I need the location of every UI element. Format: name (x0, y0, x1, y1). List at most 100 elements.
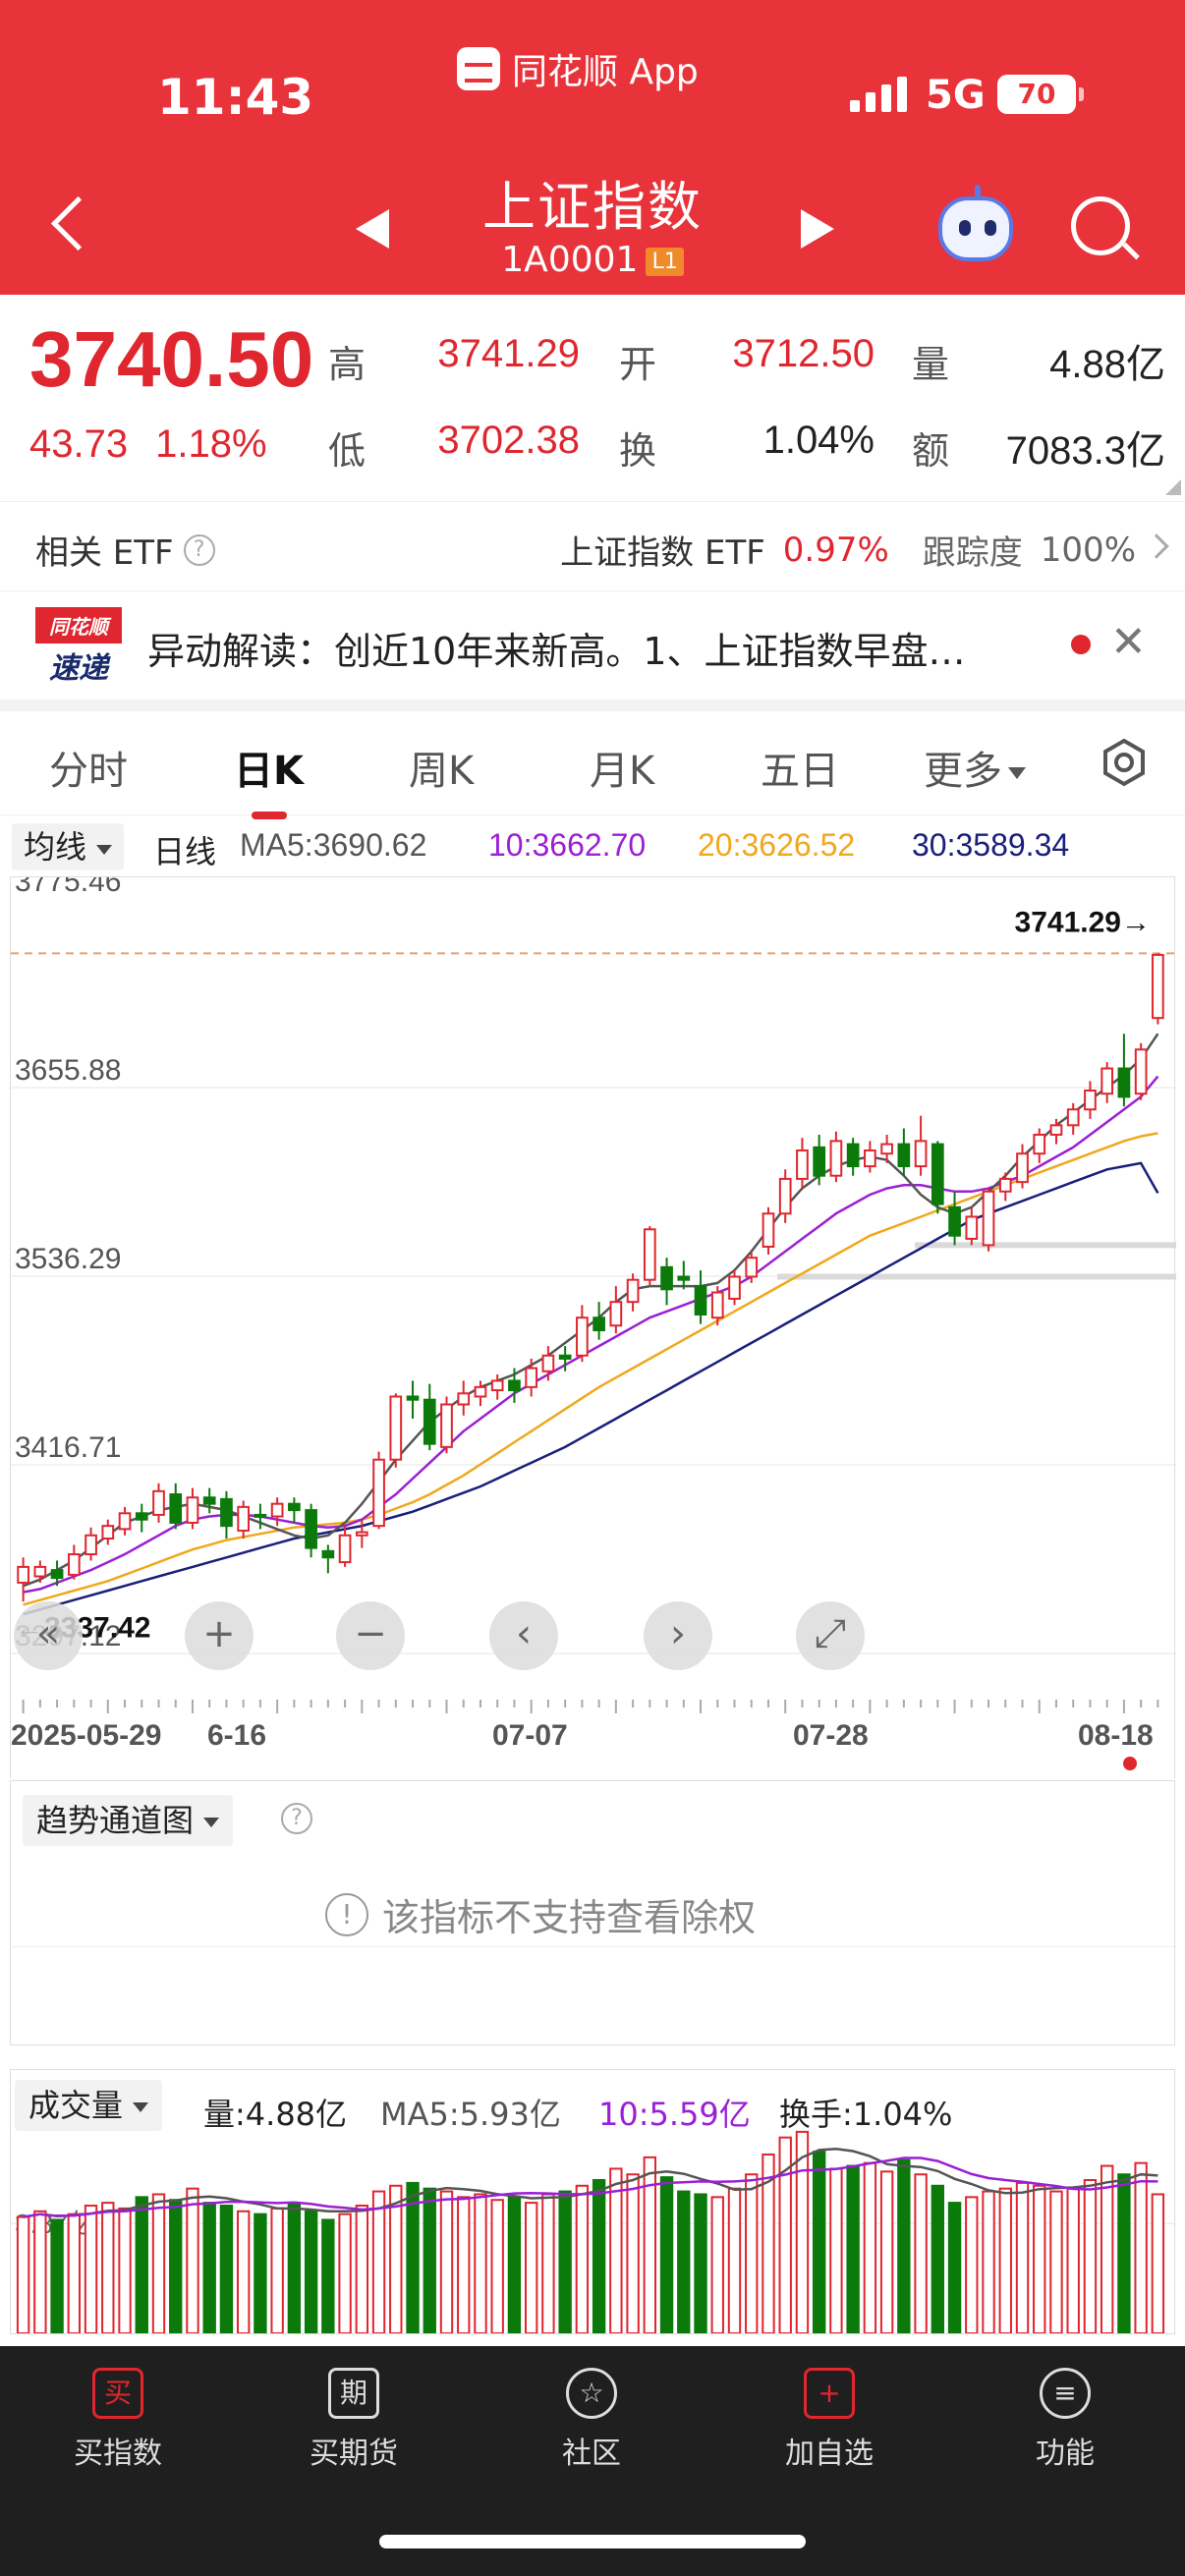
nav-buy-futures[interactable]: 期 买期货 (255, 2368, 452, 2472)
volume-bar (1100, 2164, 1114, 2333)
y-tick-label: 3775.46 (15, 877, 121, 898)
volume-bar (965, 2196, 979, 2333)
candle-body (728, 1275, 741, 1300)
candle-body (372, 1458, 385, 1528)
volume-bar (287, 2202, 302, 2333)
volume-bar (219, 2205, 234, 2333)
caret-down-icon (133, 2102, 149, 2112)
x-label-start: 2025-05-29 (11, 1719, 162, 1752)
candle-body (778, 1177, 792, 1215)
tab-intraday[interactable]: 分时 (49, 739, 128, 796)
volume-bar (982, 2190, 995, 2333)
volume-bar (118, 2207, 132, 2333)
assistant-robot-icon[interactable] (938, 185, 1013, 261)
ma-legend: 均线 日线 MA5:3690.62 10:3662.70 20:3626.52 … (0, 817, 1185, 876)
ma-selector[interactable]: 均线 (12, 823, 125, 870)
nav-buy-index[interactable]: 买 买指数 (20, 2368, 216, 2472)
tab-daily-k[interactable]: 日K (234, 739, 304, 819)
tab-monthly-k[interactable]: 月K (590, 739, 654, 796)
candle-body (525, 1367, 538, 1388)
zoom-in-button[interactable]: + (185, 1601, 254, 1670)
volume-bar (1134, 2161, 1148, 2333)
related-etf-row[interactable]: 相关 ETF ? 上证指数 ETF 0.97% 跟踪度 100% (0, 501, 1185, 591)
candle-body (880, 1143, 893, 1155)
trend-selector[interactable]: 趋势通道图 (23, 1795, 234, 1846)
buy-icon: 买 (92, 2368, 143, 2419)
news-text[interactable]: 异动解读：创近10年来新高。1、上证指数早盘… (147, 621, 1051, 675)
pan-left-button[interactable]: ‹ (489, 1601, 558, 1670)
y-tick-label: 3536.29 (15, 1243, 121, 1275)
volume-bar (101, 2202, 115, 2333)
candle-body (135, 1512, 148, 1521)
volume-bar (338, 2212, 352, 2333)
today-dot-icon (1123, 1757, 1137, 1770)
x-axis-ticks (22, 1700, 1159, 1713)
volume-panel[interactable]: 3.87亿 成交量 量:4.88亿 MA5:5.93亿 10:5.59亿 换手:… (10, 2069, 1175, 2334)
volume-bar (151, 2193, 166, 2333)
x-label-jul28: 07-28 (793, 1719, 869, 1752)
nav-buy-index-label: 买指数 (74, 2436, 162, 2471)
rewind-button[interactable]: « (14, 1601, 83, 1670)
candle-body (592, 1316, 605, 1332)
ma20-value: 20:3626.52 (698, 827, 856, 863)
tab-more-label: 更多 (924, 749, 1002, 794)
fullscreen-button[interactable]: ⤢ (796, 1601, 865, 1670)
candle-body (321, 1549, 335, 1559)
volume-bar (558, 2190, 572, 2333)
add-icon: + (804, 2368, 855, 2419)
search-icon[interactable] (1071, 196, 1130, 255)
app-header: 11:43 同花顺 App 5G 70 上证指数 1A0001 L1 (0, 0, 1185, 295)
candle-body (67, 1553, 81, 1576)
volume-bar (524, 2202, 538, 2333)
x-label-jun: 6-16 (207, 1719, 267, 1752)
volume-selector[interactable]: 成交量 (15, 2080, 163, 2131)
candle-body (558, 1354, 572, 1360)
candle-body (609, 1301, 623, 1327)
tab-more[interactable]: 更多 (924, 739, 1026, 796)
candle-body (694, 1285, 707, 1316)
candle-body (85, 1534, 97, 1556)
tab-five-day[interactable]: 五日 (761, 739, 839, 796)
home-indicator[interactable] (379, 2535, 806, 2548)
candle-body (338, 1534, 352, 1564)
tab-weekly-k[interactable]: 周K (409, 739, 474, 796)
app-indicator[interactable]: 同花顺 App (457, 43, 699, 94)
news-ticker[interactable]: 同花顺 速递 异动解读：创近10年来新高。1、上证指数早盘… ✕ (0, 591, 1185, 700)
nav-functions[interactable]: ≡ 功能 (967, 2368, 1163, 2472)
volume-bar (592, 2179, 606, 2333)
kline-svg[interactable]: 3775.463655.883536.293416.713297.123741.… (11, 877, 1176, 1701)
candle-body (576, 1316, 589, 1357)
zoom-out-button[interactable]: − (336, 1601, 405, 1670)
pan-right-button[interactable]: › (644, 1601, 712, 1670)
candle-body (541, 1354, 555, 1372)
candle-body (677, 1275, 691, 1281)
candle-body (50, 1569, 64, 1580)
volume-value: 量:4.88亿 (203, 2096, 348, 2133)
volume-bar (727, 2187, 742, 2333)
candle-body (270, 1502, 284, 1518)
candle-body (626, 1278, 640, 1304)
etf-summary: 上证指数 ETF 0.97% 跟踪度 100% (560, 526, 1136, 574)
candle-body (288, 1502, 301, 1512)
next-index-button[interactable] (801, 209, 834, 249)
volume-bar (998, 2187, 1012, 2333)
volume-bar (1033, 2184, 1046, 2333)
nav-community[interactable]: ☆ 社区 (493, 2368, 690, 2472)
status-time: 11:43 (157, 69, 314, 126)
help-icon[interactable]: ? (281, 1803, 312, 1834)
ma10-value: 10:3662.70 (488, 827, 647, 863)
expand-corner-icon[interactable] (1165, 479, 1181, 495)
volume-turnover: 换手:1.04% (779, 2096, 953, 2133)
candle-body (914, 1140, 928, 1168)
close-icon[interactable]: ✕ (1110, 617, 1147, 667)
nav-add-watchlist[interactable]: + 加自选 (731, 2368, 928, 2472)
candle-body (508, 1379, 521, 1392)
settings-gear-icon[interactable] (1099, 737, 1150, 788)
volume-bar (710, 2196, 724, 2333)
candle-body (1033, 1133, 1046, 1155)
volume-bar (321, 2218, 335, 2333)
related-etf-title: 相关 ETF ? (35, 526, 215, 574)
divider (11, 1946, 1174, 1947)
kline-chart[interactable]: 3775.463655.883536.293416.713297.123741.… (10, 876, 1176, 1701)
help-icon[interactable]: ? (183, 533, 215, 566)
